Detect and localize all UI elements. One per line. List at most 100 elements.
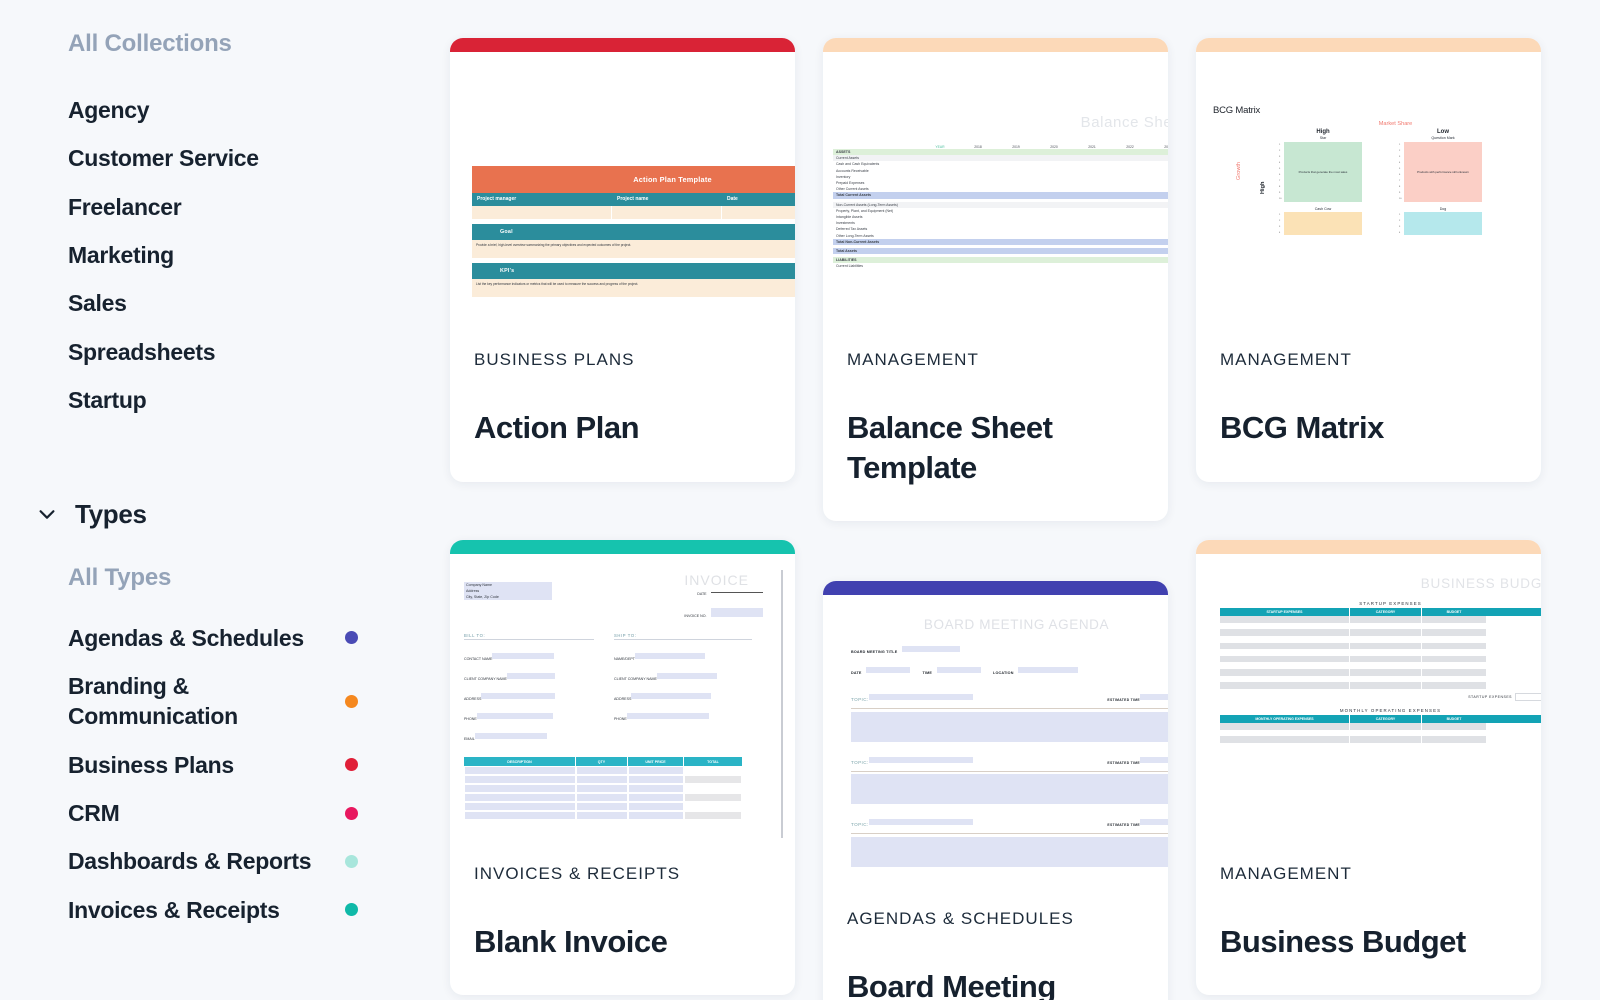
table-row [1220,729,1541,737]
sidebar-item-business-plans[interactable]: Business Plans [68,741,358,789]
thumb-bcg-title: BCG Matrix [1213,105,1261,116]
all-collections-header[interactable]: All Collections [68,30,440,58]
year-tick: 2023 [1164,145,1168,149]
field-label: CLIENT COMPANY NAME [464,677,507,682]
time-label: ESTIMATED TIME [1107,698,1140,703]
template-card-business-budget[interactable]: BUSINESS BUDGET STARTUP EXPENSES STARTUP… [1196,539,1541,996]
field-label: DATE [697,591,707,596]
sidebar-item-freelancer[interactable]: Freelancer [68,183,358,231]
sidebar-item-marketing[interactable]: Marketing [68,231,358,279]
card-thumbnail: BCG Matrix Market Share High Star Low Qu… [1196,52,1541,324]
table-row [464,774,742,784]
topic-label: TOPIC: [851,822,869,828]
thumb-watermark: BUSINESS BUDGET [1420,575,1541,591]
field-label: CLIENT COMPANY NAME [614,677,657,682]
sidebar-item-crm[interactable]: CRM [68,789,358,837]
thumb-bcg-bottom-labels: Cash Cow Dog [1284,206,1541,211]
quadrant-name: Dog [1439,207,1447,211]
types-list: Agendas & Schedules Branding & Communica… [68,614,440,935]
thumb-action-plan-header: Project manager Project name Date [472,193,795,206]
type-color-dot [345,694,358,708]
table-row [1220,675,1541,683]
field-label: PHONE [614,717,627,722]
thumb-y-axis-label: Growth [1236,161,1242,180]
chevron-down-icon [39,510,55,519]
table-header: BUDGET [1446,717,1462,722]
sidebar-item-sales[interactable]: Sales [68,279,358,327]
budget-rows-startup [1220,616,1541,689]
collection-label: Freelancer [68,193,182,220]
type-label: Dashboards & Reports [68,848,312,875]
sidebar-item-startup[interactable]: Startup [68,376,358,424]
card-thumbnail: Action Plan Template Project manager Pro… [450,52,795,324]
template-card-blank-invoice[interactable]: INVOICE Company Name Address City, State… [450,539,795,996]
thumb-section-body: List the key performance indicators or m… [472,278,795,297]
thumb-action-plan-title: Action Plan Template [472,166,795,193]
sidebar-item-customer-service[interactable]: Customer Service [68,134,358,182]
thumb-section-head: Goal [472,223,795,240]
table-row [1220,622,1541,630]
sidebar-item-spreadsheets[interactable]: Spreadsheets [68,328,358,376]
table-row [464,765,742,775]
thumbnail-scrollbar[interactable] [781,569,783,838]
field-label: INVOICE NO. [684,613,707,618]
quadrant-dog [1404,212,1482,235]
card-title: Balance Sheet Template [847,410,1053,485]
sidebar-item-branding-communication[interactable]: Branding & Communication [68,662,358,741]
year-tick: 2022 [1126,145,1134,149]
year-tick: 2020 [1050,145,1058,149]
sidebar-item-dashboards-reports[interactable]: Dashboards & Reports [68,837,358,885]
template-card-balance-sheet[interactable]: Balance Sheet YEAR 2018 2019 2020 2021 2… [823,38,1168,522]
card-thumbnail: BOARD MEETING AGENDA BOARD MEETING TITLE… [823,595,1168,880]
table-row [1220,635,1541,643]
type-label: Business Plans [68,751,234,778]
table-row [1220,682,1541,689]
quadrant-star: Products that generate the most sales [1284,142,1362,202]
table-row [1220,616,1541,623]
agenda-note-block [851,836,1168,867]
col-head: Project name [617,196,649,203]
type-color-dot [345,631,358,645]
table-row [464,792,742,802]
card-meta: MANAGEMENT Business Budget [1196,838,1541,996]
field-label: ADDRESS [614,697,632,702]
all-types-header[interactable]: All Types [68,564,440,592]
grid-column-2: Balance Sheet YEAR 2018 2019 2020 2021 2… [823,38,1168,1000]
quadrant-cash-cow [1284,212,1362,235]
collection-label: Customer Service [68,145,259,172]
table-row [1220,649,1541,656]
card-meta: BUSINESS PLANS Action Plan [450,324,795,482]
template-card-board-meeting-agenda[interactable]: BOARD MEETING AGENDA BOARD MEETING TITLE… [823,581,1168,1000]
card-category: BUSINESS PLANS [474,350,635,369]
topic-label: TOPIC: [851,697,869,703]
card-title: Blank Invoice [474,923,668,959]
types-section-toggle[interactable]: Types [36,499,440,530]
budget-rows-monthly [1220,723,1541,743]
table-row [1220,736,1541,743]
card-category: INVOICES & RECEIPTS [474,863,681,883]
template-card-bcg-matrix[interactable]: BCG Matrix Market Share High Star Low Qu… [1196,38,1541,482]
agenda-note-block [851,774,1168,805]
budget-table-header: MONTHLY OPERATING EXPENSES CATEGORY BUDG… [1220,715,1541,724]
card-thumbnail: BUSINESS BUDGET STARTUP EXPENSES STARTUP… [1196,553,1541,838]
col-head: Date [727,196,738,203]
sidebar-item-agency[interactable]: Agency [68,86,358,134]
quadrant-name: Cash Cow [1314,207,1332,211]
sidebar-item-agendas-schedules[interactable]: Agendas & Schedules [68,614,358,662]
section-caption: STARTUP EXPENSES [1359,600,1422,606]
table-row [1220,662,1541,669]
template-card-action-plan[interactable]: Action Plan Template Project manager Pro… [450,38,795,482]
card-title: Business Budget [1220,923,1466,959]
type-label: Branding & Communication [68,672,238,730]
section-caption: MONTHLY OPERATING EXPENSES [1339,707,1442,713]
table-header: CATEGORY [1350,715,1422,724]
field-label: NAME/DEPT [614,657,635,662]
year-tick: 2019 [1012,145,1020,149]
sidebar-item-invoices-receipts[interactable]: Invoices & Receipts [68,886,358,934]
thumb-x-ticks: High Star Low Question Mark [1284,129,1541,140]
table-row [1220,655,1541,663]
field-label: PHONE [464,717,477,722]
thumb-x-axis-label: Market Share [1378,121,1413,127]
grid-column-1: Action Plan Template Project manager Pro… [450,38,795,996]
card-title: BCG Matrix [1220,410,1384,445]
